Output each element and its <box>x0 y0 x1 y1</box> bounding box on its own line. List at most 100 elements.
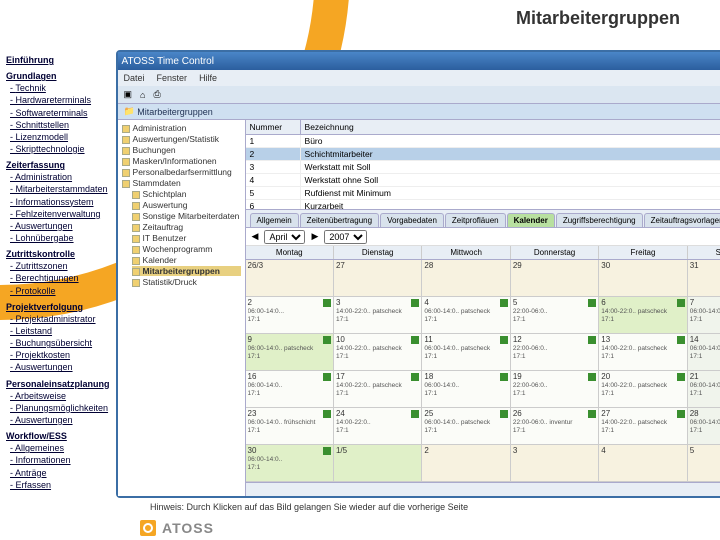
nav-item[interactable]: Fehlzeitenverwaltung <box>10 208 110 220</box>
calendar-cell[interactable]: 2622:00-06:0.. inventur17:1 <box>511 408 599 444</box>
tree-node[interactable]: Personalbedarfsermittlung <box>122 167 241 177</box>
nav-item[interactable]: Mitarbeiterstammdaten <box>10 183 110 195</box>
list-row[interactable]: 3Werkstatt mit Soll <box>246 161 720 174</box>
calendar[interactable]: MontagDienstagMittwochDonnerstagFreitagS… <box>246 246 720 482</box>
menu-item[interactable]: Hilfe <box>199 73 217 83</box>
tree-node[interactable]: Mitarbeitergruppen <box>132 266 241 276</box>
nav-item[interactable]: Auswertungen <box>10 414 110 426</box>
next-month[interactable]: ▶ <box>311 231 318 242</box>
calendar-cell[interactable]: 1106:00-14:0.. patscheck17:1 <box>422 334 510 370</box>
tree-node[interactable]: Masken/Informationen <box>122 156 241 166</box>
tab[interactable]: Zugriffsberechtigung <box>556 213 643 227</box>
toolbar-icon[interactable]: ⌂ <box>140 90 145 100</box>
year-select[interactable]: 2007 <box>324 230 367 244</box>
nav-item[interactable]: Auswertungen <box>10 220 110 232</box>
tab[interactable]: Vorgabedaten <box>380 213 444 227</box>
nav-item[interactable]: Leitstand <box>10 325 110 337</box>
calendar-cell[interactable]: 2714:00-22:0.. patscheck17:1 <box>599 408 687 444</box>
tree-node[interactable]: Statistik/Druck <box>132 277 241 287</box>
tab[interactable]: Zeitauftragsvorlagen <box>644 213 720 227</box>
nav-item[interactable]: Berechtigungen <box>10 272 110 284</box>
tab[interactable]: Kalender <box>507 213 555 227</box>
calendar-cell[interactable]: 4 <box>599 445 687 481</box>
nav-item[interactable]: Planungsmöglichkeiten <box>10 402 110 414</box>
month-select[interactable]: April <box>264 230 305 244</box>
calendar-cell[interactable]: 1922:00-06:0..17:1 <box>511 371 599 407</box>
list-col-header[interactable]: Bezeichnung <box>301 120 720 134</box>
tab[interactable]: Zeitprofläuen <box>445 213 506 227</box>
calendar-cell[interactable]: 2506:00-14:0.. patscheck17:1 <box>422 408 510 444</box>
nav-section-head[interactable]: Personaleinsatzplanung <box>6 378 110 390</box>
calendar-cell[interactable]: 906:00-14:0.. patscheck17:1 <box>246 334 334 370</box>
nav-section-head[interactable]: Zeiterfassung <box>6 159 110 171</box>
calendar-cell[interactable]: 1222:00-06:0..17:1 <box>511 334 599 370</box>
toolbar-icon[interactable]: ⎙ <box>153 89 160 100</box>
calendar-cell[interactable]: 31 <box>688 260 720 296</box>
nav-item[interactable]: Schnittstellen <box>10 119 110 131</box>
list-pane[interactable]: NummerBezeichnung1Büro2Schichtmitarbeite… <box>246 120 720 210</box>
nav-item[interactable]: Erfassen <box>10 479 110 491</box>
nav-section-head[interactable]: Einführung <box>6 54 110 66</box>
calendar-cell[interactable]: 406:00-14:0.. patscheck17:1 <box>422 297 510 333</box>
list-row[interactable]: 6Kurzarbeit <box>246 200 720 210</box>
nav-item[interactable]: Buchungsübersicht <box>10 337 110 349</box>
menu-item[interactable]: Fenster <box>157 73 188 83</box>
tree-node[interactable]: IT Benutzer <box>132 233 241 243</box>
tab[interactable]: Zeitenübertragung <box>300 213 379 227</box>
nav-item[interactable]: Lizenzmodell <box>10 131 110 143</box>
calendar-cell[interactable]: 29 <box>511 260 599 296</box>
calendar-cell[interactable]: 314:00-22:0.. patscheck17:1 <box>334 297 422 333</box>
list-row[interactable]: 2Schichtmitarbeiter <box>246 148 720 161</box>
app-window[interactable]: ATOSS Time Control _ ▢ × DateiFensterHil… <box>116 50 720 498</box>
nav-item[interactable]: Informationssystem <box>10 196 110 208</box>
calendar-cell[interactable]: 2306:00-14:0.. frühschicht17:1 <box>246 408 334 444</box>
calendar-cell[interactable]: 2414:00-22:0..17:1 <box>334 408 422 444</box>
nav-section-head[interactable]: Workflow/ESS <box>6 430 110 442</box>
tree-node[interactable]: Kalender <box>132 255 241 265</box>
tree-node[interactable]: Wochenprogramm <box>132 244 241 254</box>
calendar-cell[interactable]: 614:00-22:0.. patscheck17:1 <box>599 297 687 333</box>
calendar-cell[interactable]: 1/5 <box>334 445 422 481</box>
calendar-cell[interactable]: 5 <box>688 445 720 481</box>
list-row[interactable]: 5Rufdienst mit Minimum <box>246 187 720 200</box>
tree-node[interactable]: Sonstige Mitarbeiterdaten <box>132 211 241 221</box>
nav-item[interactable]: Technik <box>10 82 110 94</box>
nav-item[interactable]: Informationen <box>10 454 110 466</box>
nav-tree[interactable]: AdministrationAuswertungen/StatistikBuch… <box>118 120 246 496</box>
calendar-cell[interactable]: 2806:00-14:0.. frühschicht17:1 <box>688 408 720 444</box>
menu-item[interactable]: Datei <box>124 73 145 83</box>
calendar-cell[interactable]: 1406:00-14:0.. frühschicht17:1 <box>688 334 720 370</box>
calendar-cell[interactable]: 1606:00-14:0..17:1 <box>246 371 334 407</box>
list-row[interactable]: 1Büro <box>246 135 720 148</box>
nav-item[interactable]: Allgemeines <box>10 442 110 454</box>
calendar-cell[interactable]: 1714:00-22:0.. patscheck17:1 <box>334 371 422 407</box>
toolbar-icon[interactable]: ▣ <box>124 89 133 100</box>
calendar-cell[interactable]: 2 <box>422 445 510 481</box>
nav-item[interactable]: Lohnübergabe <box>10 232 110 244</box>
nav-item[interactable]: Auswertungen <box>10 361 110 373</box>
list-row[interactable]: 4Werkstatt ohne Soll <box>246 174 720 187</box>
nav-item[interactable]: Anträge <box>10 467 110 479</box>
calendar-cell[interactable]: 1806:00-14:0..17:1 <box>422 371 510 407</box>
tab[interactable]: Allgemein <box>250 213 299 227</box>
tree-node[interactable]: Auswertungen/Statistik <box>122 134 241 144</box>
nav-item[interactable]: Arbeitsweise <box>10 390 110 402</box>
calendar-cell[interactable]: 3 <box>511 445 599 481</box>
nav-item[interactable]: Projektkosten <box>10 349 110 361</box>
nav-item[interactable]: Skripttechnologie <box>10 143 110 155</box>
nav-item[interactable]: Projektadministrator <box>10 313 110 325</box>
nav-item[interactable]: Softwareterminals <box>10 107 110 119</box>
nav-item[interactable]: Protokolle <box>10 285 110 297</box>
nav-item[interactable]: Administration <box>10 171 110 183</box>
nav-section-head[interactable]: Projektverfolgung <box>6 301 110 313</box>
tree-node[interactable]: Stammdaten <box>122 178 241 188</box>
calendar-cell[interactable]: 27 <box>334 260 422 296</box>
prev-month[interactable]: ◀ <box>252 231 259 242</box>
calendar-cell[interactable]: 2014:00-22:0.. patscheck17:1 <box>599 371 687 407</box>
calendar-cell[interactable]: 1314:00-22:0.. patscheck17:1 <box>599 334 687 370</box>
tree-node[interactable]: Buchungen <box>122 145 241 155</box>
calendar-cell[interactable]: 26/3 <box>246 260 334 296</box>
calendar-cell[interactable]: 28 <box>422 260 510 296</box>
nav-section-head[interactable]: Zutrittskontrolle <box>6 248 110 260</box>
calendar-cell[interactable]: 706:00-14:0.. frühschicht17:1 <box>688 297 720 333</box>
